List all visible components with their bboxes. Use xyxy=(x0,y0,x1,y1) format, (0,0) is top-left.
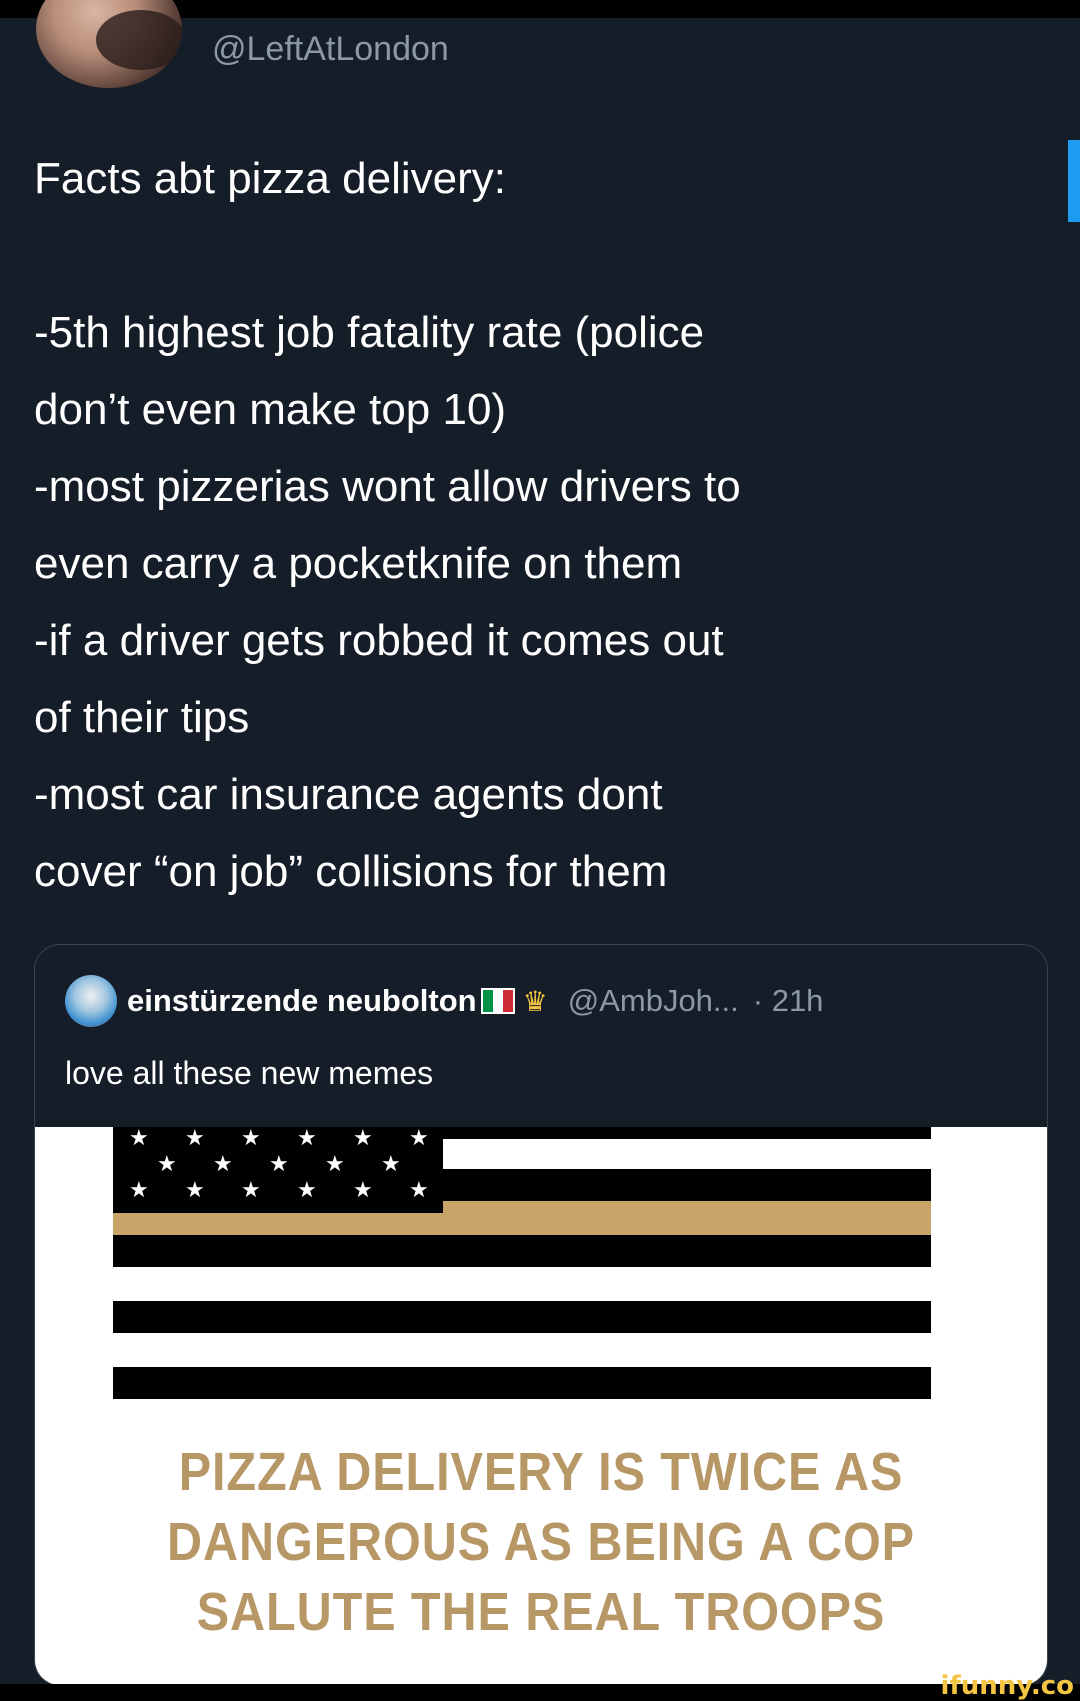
tweet-line: -most pizzerias wont allow drivers to xyxy=(34,462,741,511)
flag-stripe xyxy=(113,1301,931,1333)
tweet-text: Facts abt pizza delivery: -5th highest j… xyxy=(34,140,1054,910)
star-icon: ★ xyxy=(269,1151,289,1176)
author-avatar[interactable] xyxy=(36,0,182,88)
star-icon: ★ xyxy=(409,1177,429,1202)
star-icon: ★ xyxy=(297,1177,317,1202)
meme-caption: PIZZA DELIVERY IS TWICE AS DANGEROUS AS … xyxy=(86,1437,997,1647)
star-icon: ★ xyxy=(409,1125,429,1150)
flag-canton: ★ ★ ★ ★ ★ ★ ★ ★ ★ ★ ★ ★ ★ ★ ★ ★ ★ xyxy=(113,1127,443,1213)
star-icon: ★ xyxy=(241,1125,261,1150)
star-icon: ★ xyxy=(185,1125,205,1150)
star-icon: ★ xyxy=(353,1177,373,1202)
quoted-tweet-header: einstürzende neubolton ♛ @AmbJoh... · 21… xyxy=(65,975,824,1027)
star-icon: ★ xyxy=(353,1125,373,1150)
star-icon: ★ xyxy=(381,1151,401,1176)
flag-graphic: ★ ★ ★ ★ ★ ★ ★ ★ ★ ★ ★ ★ ★ ★ ★ ★ ★ xyxy=(113,1127,931,1401)
star-icon: ★ xyxy=(185,1177,205,1202)
meme-caption-line: DANGEROUS AS BEING A COP xyxy=(167,1512,915,1572)
tweet-line: -5th highest job fatality rate (police xyxy=(34,308,705,357)
watermark: ifunny.co xyxy=(940,1671,1074,1701)
flag-stripe xyxy=(113,1333,931,1367)
star-icon: ★ xyxy=(297,1125,317,1150)
tweet-line: -most car insurance agents dont xyxy=(34,770,663,819)
star-icon: ★ xyxy=(213,1151,233,1176)
meme-caption-line: PIZZA DELIVERY IS TWICE AS xyxy=(178,1442,904,1502)
meme-image[interactable]: ★ ★ ★ ★ ★ ★ ★ ★ ★ ★ ★ ★ ★ ★ ★ ★ ★ PIZZA … xyxy=(35,1127,1047,1685)
bottom-bar xyxy=(0,1684,1080,1701)
star-icon: ★ xyxy=(241,1177,261,1202)
flag-stripe xyxy=(113,1235,931,1267)
scroll-indicator xyxy=(1068,140,1080,222)
flag-stripe xyxy=(113,1267,931,1301)
tweet-line: Facts abt pizza delivery: xyxy=(34,154,506,203)
tweet-line: cover “on job” collisions for them xyxy=(34,847,668,896)
tweet-line: -if a driver gets robbed it comes out xyxy=(34,616,724,665)
tweet-line: even carry a pocketknife on them xyxy=(34,539,683,588)
meme-caption-line: SALUTE THE REAL TROOPS xyxy=(196,1582,886,1642)
crown-icon: ♛ xyxy=(522,985,548,1017)
tweet-line: of their tips xyxy=(34,693,250,742)
star-icon: ★ xyxy=(129,1125,149,1150)
quoted-display-name[interactable]: einstürzende neubolton xyxy=(127,983,477,1019)
quoted-timestamp[interactable]: · 21h xyxy=(753,983,824,1019)
star-icon: ★ xyxy=(129,1177,149,1202)
tweet-line: don’t even make top 10) xyxy=(34,385,507,434)
quoted-handle[interactable]: @AmbJoh... xyxy=(568,983,739,1019)
flag-stripe xyxy=(113,1367,931,1399)
quoted-avatar[interactable] xyxy=(65,975,117,1027)
star-icon: ★ xyxy=(157,1151,177,1176)
quoted-tweet[interactable]: einstürzende neubolton ♛ @AmbJoh... · 21… xyxy=(34,944,1048,1686)
star-icon: ★ xyxy=(325,1151,345,1176)
quoted-text: love all these new memes xyxy=(65,1055,434,1091)
author-handle[interactable]: @LeftAtLondon xyxy=(212,30,449,69)
italy-flag-icon xyxy=(480,988,515,1014)
